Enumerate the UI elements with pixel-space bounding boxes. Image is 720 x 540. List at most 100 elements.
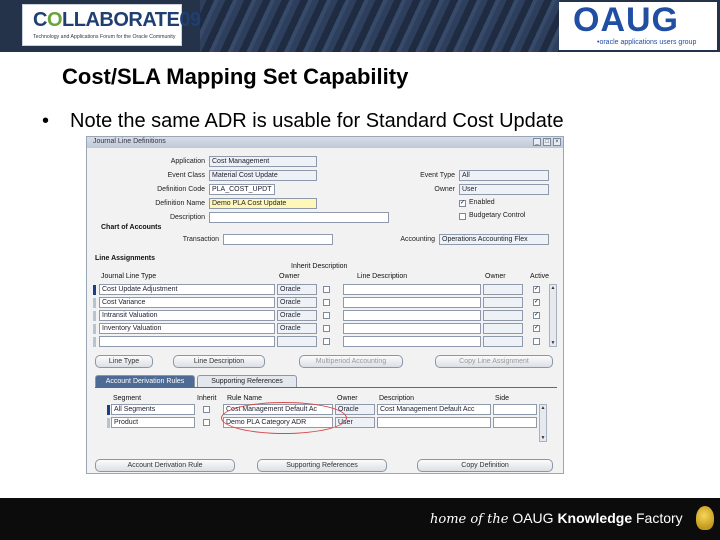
row-marker[interactable] <box>107 405 110 415</box>
accounting-label: Accounting <box>400 236 435 243</box>
owner-cell[interactable]: Oracle <box>277 284 317 295</box>
owner-cell[interactable] <box>277 336 317 347</box>
definition-code-label: Definition Code <box>157 186 205 193</box>
owner2-cell[interactable] <box>483 284 523 295</box>
side-header: Side <box>495 395 510 402</box>
tab-divider <box>95 387 557 388</box>
event-type-field[interactable]: All <box>459 170 549 181</box>
owner-cell[interactable]: Oracle <box>277 323 317 334</box>
side-cell[interactable] <box>493 404 537 415</box>
footer-slogan: home of the OAUG Knowledge Factory <box>430 510 683 527</box>
form-title: Journal Line Definitions <box>93 138 166 145</box>
line-description-cell[interactable] <box>343 323 481 334</box>
scroll-down-icon[interactable]: ▼ <box>540 435 546 441</box>
inherit-checkbox[interactable] <box>323 312 330 319</box>
supporting-references-button[interactable]: Supporting References <box>257 459 387 472</box>
row-marker[interactable] <box>93 324 96 334</box>
active-checkbox[interactable]: ✓ <box>533 325 540 332</box>
form-titlebar: Journal Line Definitions _ □ × <box>87 137 563 148</box>
budgetary-control-checkbox[interactable] <box>459 213 466 220</box>
row-marker[interactable] <box>107 418 110 428</box>
transaction-field[interactable] <box>223 234 333 245</box>
segment-header: Segment <box>113 395 142 402</box>
row-marker[interactable] <box>93 311 96 321</box>
adr-inherit-checkbox[interactable] <box>203 406 210 413</box>
row-marker[interactable] <box>93 298 96 308</box>
line-type-cell[interactable] <box>99 336 275 347</box>
application-label: Application <box>170 158 205 165</box>
footer-bar: home of the OAUG Knowledge Factory <box>0 498 720 540</box>
journal-line-type-header: Journal Line Type <box>101 273 157 280</box>
row-marker[interactable] <box>93 337 96 347</box>
adr-scrollbar[interactable]: ▲ ▼ <box>539 404 547 442</box>
copy-line-assignment-button[interactable]: Copy Line Assignment <box>435 355 553 368</box>
adr-inherit-checkbox[interactable] <box>203 419 210 426</box>
line-description-button[interactable]: Line Description <box>173 355 265 368</box>
definition-name-field[interactable]: Demo PLA Cost Update <box>209 198 317 209</box>
line-assignments-section: Line Assignments <box>95 255 156 262</box>
owner2-cell[interactable] <box>483 323 523 334</box>
row-marker[interactable] <box>93 285 96 295</box>
line-type-cell[interactable]: Cost Update Adjustment <box>99 284 275 295</box>
maximize-icon[interactable]: □ <box>543 138 551 146</box>
inherit-checkbox[interactable] <box>323 299 330 306</box>
budgetary-control-label: Budgetary Control <box>469 212 526 219</box>
minimize-icon[interactable]: _ <box>533 138 541 146</box>
line-type-cell[interactable]: Intransit Valuation <box>99 310 275 321</box>
active-checkbox[interactable]: ✓ <box>533 299 540 306</box>
owner2-cell[interactable] <box>483 310 523 321</box>
application-field[interactable]: Cost Management <box>209 156 317 167</box>
tab-supporting-references[interactable]: Supporting References <box>197 375 297 387</box>
line-description-cell[interactable] <box>343 284 481 295</box>
collaborate-tagline: Technology and Applications Forum for th… <box>33 34 176 40</box>
inherit-description-header: Inherit Description <box>291 263 348 270</box>
definition-code-field[interactable]: PLA_COST_UPDT <box>209 184 275 195</box>
owner2-cell[interactable] <box>483 297 523 308</box>
line-type-cell[interactable]: Inventory Valuation <box>99 323 275 334</box>
line-type-button[interactable]: Line Type <box>95 355 153 368</box>
oaug-logo: OAUG •oracle applications users group <box>559 1 717 50</box>
lightbulb-icon <box>696 506 714 530</box>
active-checkbox[interactable]: ✓ <box>533 286 540 293</box>
tab-account-derivation-rules[interactable]: Account Derivation Rules <box>95 375 195 387</box>
slide: COLLABORATE09 Technology and Application… <box>0 0 720 540</box>
active-checkbox[interactable]: ✓ <box>533 312 540 319</box>
close-icon[interactable]: × <box>553 138 561 146</box>
owner2-cell[interactable] <box>483 336 523 347</box>
scroll-up-icon[interactable]: ▲ <box>550 285 556 291</box>
owner-header: Owner <box>279 273 300 280</box>
line-description-cell[interactable] <box>343 310 481 321</box>
copy-definition-button[interactable]: Copy Definition <box>417 459 553 472</box>
line-type-cell[interactable]: Cost Variance <box>99 297 275 308</box>
event-class-field[interactable]: Material Cost Update <box>209 170 317 181</box>
adr-description-cell[interactable]: Cost Management Default Acc <box>377 404 491 415</box>
description-label: Description <box>169 214 205 221</box>
multiperiod-accounting-button[interactable]: Multiperiod Accounting <box>299 355 403 368</box>
enabled-checkbox[interactable]: ✓ <box>459 200 466 207</box>
segment-cell[interactable]: Product <box>111 417 195 428</box>
description-field[interactable] <box>209 212 389 223</box>
adr-description-cell[interactable] <box>377 417 491 428</box>
owner-field[interactable]: User <box>459 184 549 195</box>
line-assignments-scrollbar[interactable]: ▲ ▼ <box>549 284 557 347</box>
active-checkbox[interactable] <box>533 338 540 345</box>
accounting-field[interactable]: Operations Accounting Flex <box>439 234 549 245</box>
chart-of-accounts-section: Chart of Accounts <box>101 224 162 231</box>
header-banner: COLLABORATE09 Technology and Application… <box>0 0 720 52</box>
event-type-label: Event Type <box>420 172 455 179</box>
account-derivation-rule-button[interactable]: Account Derivation Rule <box>95 459 235 472</box>
inherit-checkbox[interactable] <box>323 286 330 293</box>
scroll-down-icon[interactable]: ▼ <box>550 340 556 346</box>
segment-cell[interactable]: All Segments <box>111 404 195 415</box>
line-description-cell[interactable] <box>343 336 481 347</box>
scroll-up-icon[interactable]: ▲ <box>540 405 546 411</box>
side-cell[interactable] <box>493 417 537 428</box>
owner-cell[interactable]: Oracle <box>277 310 317 321</box>
line-description-cell[interactable] <box>343 297 481 308</box>
banner-pattern <box>200 0 560 52</box>
owner-cell[interactable]: Oracle <box>277 297 317 308</box>
owner-label: Owner <box>434 186 455 193</box>
collaborate-wordmark: COLLABORATE09 <box>33 9 201 31</box>
inherit-checkbox[interactable] <box>323 338 330 345</box>
inherit-checkbox[interactable] <box>323 325 330 332</box>
